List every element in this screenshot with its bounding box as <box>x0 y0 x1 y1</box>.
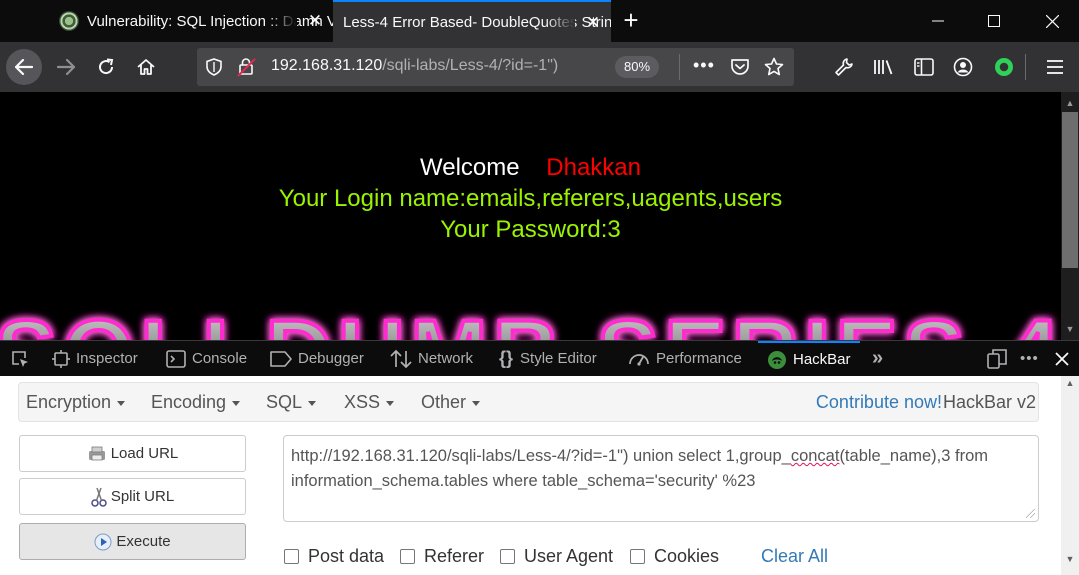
close-window-icon[interactable] <box>1029 0 1075 42</box>
split-url-button[interactable]: Split URL <box>19 478 246 515</box>
hackbar-panel: Encryption Encoding SQL XSS Other Contri… <box>0 376 1061 575</box>
debugger-icon <box>270 350 292 367</box>
tab-style-editor[interactable]: {} Style Editor <box>499 341 597 376</box>
tracking-shield-icon[interactable] <box>206 58 222 81</box>
close-tab-icon[interactable]: ✕ <box>305 11 325 31</box>
referer-checkbox[interactable]: Referer <box>400 546 484 567</box>
dvwa-favicon-icon <box>59 11 79 31</box>
account-icon[interactable] <box>948 52 978 82</box>
post-data-checkbox[interactable]: Post data <box>284 546 384 567</box>
tab-debugger[interactable]: Debugger <box>270 341 364 376</box>
cookies-checkbox[interactable]: Cookies <box>630 546 719 567</box>
inspector-icon <box>52 349 70 368</box>
hackbar-version: HackBar v2 <box>942 392 1036 412</box>
menu-sql[interactable]: SQL <box>266 392 317 413</box>
menu-encoding[interactable]: Encoding <box>151 392 241 413</box>
scissors-icon <box>91 487 107 507</box>
page-scroll-thumb[interactable] <box>1062 112 1078 268</box>
url-textarea[interactable]: http://192.168.31.120/sqli-labs/Less-4/?… <box>283 435 1039 522</box>
zoom-level-badge[interactable]: 80% <box>615 56 659 78</box>
sidebar-icon[interactable] <box>909 52 939 82</box>
svg-text:SQLI DUMB SERIES-4: SQLI DUMB SERIES-4 <box>0 302 1061 340</box>
network-icon <box>390 349 412 368</box>
reload-icon[interactable] <box>91 52 121 82</box>
load-url-icon <box>88 446 105 460</box>
address-bar[interactable]: 192.168.31.120/sqli-labs/Less-4/?id=-1")… <box>197 48 794 86</box>
contribute-link[interactable]: Contribute now! <box>816 392 942 413</box>
clear-all-link[interactable]: Clear All <box>761 546 828 567</box>
password-result: Your Password:3 <box>440 216 621 243</box>
play-icon <box>94 533 112 550</box>
menu-encryption[interactable]: Encryption <box>26 392 126 413</box>
browser-tab-less4[interactable]: Less-4 Error Based- DoubleQuotes String … <box>333 0 611 42</box>
insecure-lock-icon[interactable] <box>237 57 257 82</box>
welcome-line: Welcome Dhakkan <box>420 154 641 181</box>
page-actions-icon[interactable]: ••• <box>693 56 715 74</box>
hackbar-menubar: Encryption Encoding SQL XSS Other Contri… <box>18 382 1039 422</box>
welcome-username: Dhakkan <box>546 154 641 181</box>
tab-hackbar[interactable]: HackBar <box>758 341 860 376</box>
devtools-options-icon[interactable]: ••• <box>1020 341 1039 376</box>
panel-scrollbar[interactable]: ▲ ▼ <box>1061 376 1079 575</box>
menu-xss[interactable]: XSS <box>344 392 395 413</box>
style-editor-icon: {} <box>499 348 514 368</box>
tab-network[interactable]: Network <box>390 341 473 376</box>
scroll-up-icon[interactable]: ▲ <box>1061 94 1079 112</box>
tab-console[interactable]: Console <box>166 341 247 376</box>
scroll-down-icon[interactable]: ▼ <box>1061 320 1079 338</box>
tab-strip: Vulnerability: SQL Injection :: Damn Vul… <box>0 0 1079 42</box>
panel-scroll-up-icon[interactable]: ▲ <box>1061 378 1079 388</box>
home-icon[interactable] <box>131 52 161 82</box>
execute-button[interactable]: Execute <box>19 523 246 560</box>
tab-performance[interactable]: Performance <box>628 341 742 376</box>
load-url-button[interactable]: Load URL <box>19 435 246 472</box>
user-agent-checkbox[interactable]: User Agent <box>500 546 613 567</box>
bookmark-star-icon[interactable] <box>764 57 784 82</box>
forward-icon[interactable] <box>51 52 81 82</box>
element-picker-icon[interactable] <box>10 341 30 376</box>
library-icon[interactable] <box>869 52 899 82</box>
sqli-dumb-series-banner: SQLI DUMB SERIES-4 <box>0 302 1061 340</box>
minimize-icon[interactable] <box>915 0 961 42</box>
maximize-icon[interactable] <box>971 0 1017 42</box>
back-icon[interactable] <box>6 49 42 85</box>
web-page-content: Welcome Dhakkan Your Login name:emails,r… <box>0 92 1061 340</box>
performance-icon <box>629 353 649 366</box>
url-text[interactable]: 192.168.31.120/sqli-labs/Less-4/?id=-1") <box>271 57 601 75</box>
console-icon <box>166 349 186 368</box>
close-devtools-icon[interactable] <box>1055 341 1069 376</box>
browser-tab-dvwa[interactable]: Vulnerability: SQL Injection :: Damn Vul… <box>47 0 333 42</box>
hamburger-menu-icon[interactable] <box>1040 52 1070 82</box>
dock-toggle-icon[interactable] <box>987 341 1007 376</box>
devtools-wrench-icon[interactable] <box>829 52 859 82</box>
resize-grip-icon[interactable] <box>1026 509 1035 518</box>
panel-scroll-down-icon[interactable]: ▼ <box>1061 554 1079 564</box>
hackbar-icon <box>768 350 786 369</box>
menu-other[interactable]: Other <box>421 392 481 413</box>
devtools-toolbar: Inspector Console Debugger Network {} St… <box>0 340 1079 376</box>
extension-status-icon[interactable] <box>989 52 1019 82</box>
login-name-result: Your Login name:emails,referers,uagents,… <box>278 185 783 212</box>
navigation-toolbar: 192.168.31.120/sqli-labs/Less-4/?id=-1")… <box>0 42 1079 92</box>
close-tab-icon[interactable]: ✕ <box>583 13 603 33</box>
pocket-icon[interactable] <box>730 57 750 82</box>
more-tools-chevron-icon[interactable]: » <box>872 341 883 376</box>
new-tab-icon[interactable]: + <box>617 7 645 35</box>
tab-inspector[interactable]: Inspector <box>52 341 138 376</box>
